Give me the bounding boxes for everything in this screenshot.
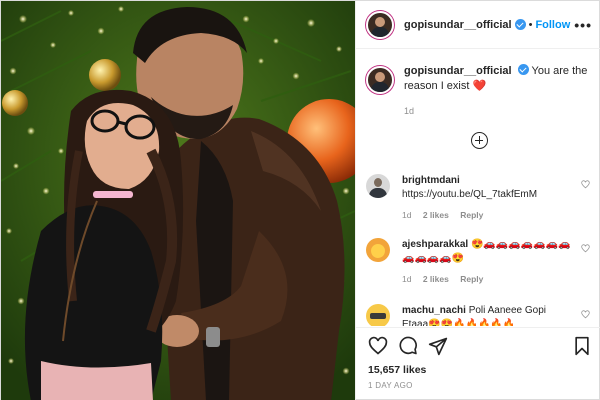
commenter-username[interactable]: brightmdani (402, 175, 460, 186)
commenter-avatar[interactable] (366, 174, 390, 198)
heart-emoji: ❤️ (472, 80, 487, 92)
post-age[interactable]: 1 DAY AGO (368, 381, 413, 390)
post-photo-image (1, 1, 355, 400)
caption-avatar[interactable] (366, 66, 394, 94)
comment-item: machu_nachi Poli Aaneee Gopi Etaaa😍😍🔥🔥🔥🔥… (366, 304, 596, 326)
comment-bubble-icon[interactable] (398, 336, 418, 356)
author-avatar[interactable] (366, 10, 394, 39)
caption-time: 1d (404, 106, 415, 116)
caption-username[interactable]: gopisundar__official (404, 65, 512, 77)
commenter-avatar[interactable] (366, 304, 390, 326)
post-photo[interactable] (1, 1, 355, 400)
post-caption: gopisundar__official You are the reason … (356, 50, 600, 119)
comment-item: ajeshparakkal 😍🚗🚗🚗🚗🚗🚗🚗🚗🚗🚗🚗😍 1d 2 likes R… (366, 238, 596, 286)
comment-time: 1d (402, 274, 412, 284)
comment-likes[interactable]: 2 likes (423, 274, 449, 284)
more-options-icon[interactable]: ••• (574, 17, 592, 33)
comment-time: 1d (402, 210, 412, 220)
plus-circle-icon[interactable] (471, 132, 488, 149)
reply-button[interactable]: Reply (460, 274, 483, 284)
comment-item: brightmdani https://youtu.be/QL_7takfEmM… (366, 174, 596, 222)
instagram-post: gopisundar__official • Follow ••• gopisu… (0, 0, 600, 400)
comment-text[interactable]: https://youtu.be/QL_7takfEmM (402, 188, 572, 202)
separator-dot: • (528, 18, 533, 31)
verified-badge-icon (517, 64, 529, 75)
author-username[interactable]: gopisundar__official (404, 19, 512, 31)
comment-heart-icon[interactable] (581, 180, 590, 189)
follow-button[interactable]: Follow (535, 19, 570, 31)
post-side-panel: gopisundar__official • Follow ••• gopisu… (355, 1, 600, 400)
verified-badge-icon (514, 19, 526, 30)
paper-plane-icon[interactable] (428, 336, 448, 356)
commenter-avatar[interactable] (366, 238, 390, 262)
comment-likes[interactable]: 2 likes (423, 210, 449, 220)
bookmark-icon[interactable] (572, 336, 592, 356)
comment-heart-icon[interactable] (581, 310, 590, 319)
comments-feed[interactable]: gopisundar__official You are the reason … (356, 50, 600, 326)
heart-outline-icon[interactable] (368, 336, 388, 356)
post-actions: 15,657 likes 1 DAY AGO (356, 327, 600, 400)
commenter-username[interactable]: machu_nachi (402, 305, 466, 316)
likes-count[interactable]: 15,657 likes (368, 364, 426, 376)
reply-button[interactable]: Reply (460, 210, 483, 220)
commenter-username[interactable]: ajeshparakkal (402, 239, 468, 250)
comment-heart-icon[interactable] (581, 244, 590, 253)
post-header: gopisundar__official • Follow ••• (356, 1, 600, 49)
